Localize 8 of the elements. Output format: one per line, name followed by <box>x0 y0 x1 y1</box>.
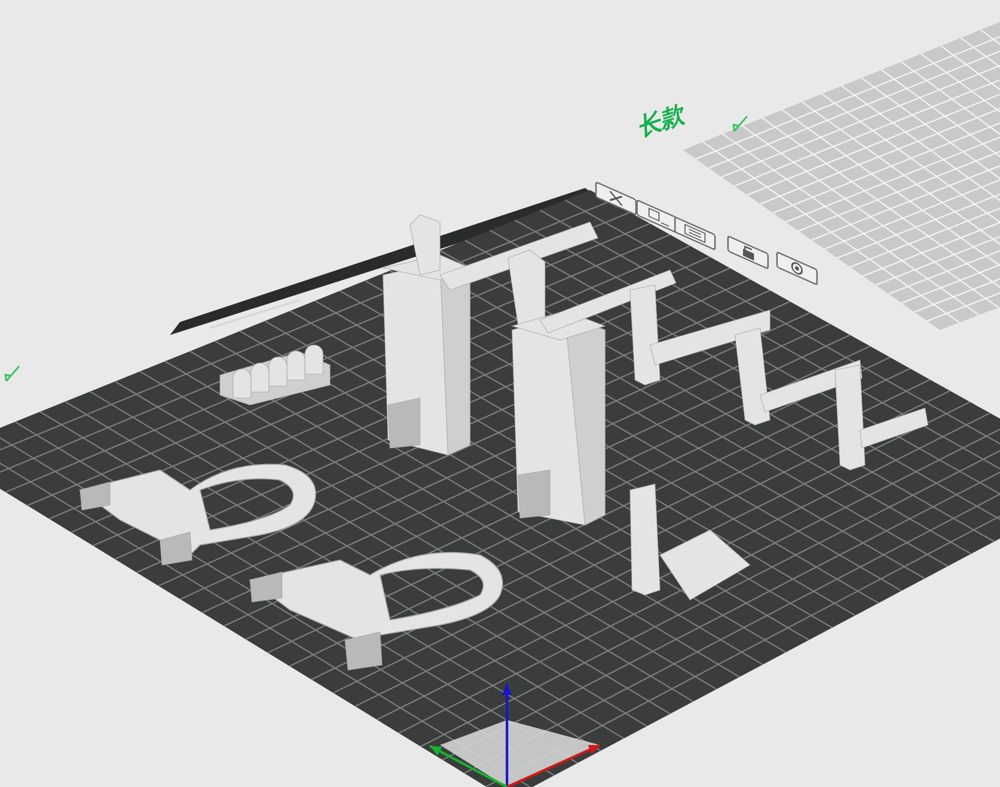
model-part[interactable] <box>250 552 503 670</box>
plate-name: 长款 <box>638 98 686 142</box>
lock-icon[interactable] <box>727 235 769 270</box>
close-icon[interactable] <box>595 181 637 216</box>
model-part[interactable] <box>220 344 330 406</box>
model-part[interactable] <box>80 464 316 566</box>
model-part[interactable] <box>630 284 928 470</box>
model-part[interactable] <box>630 484 751 600</box>
